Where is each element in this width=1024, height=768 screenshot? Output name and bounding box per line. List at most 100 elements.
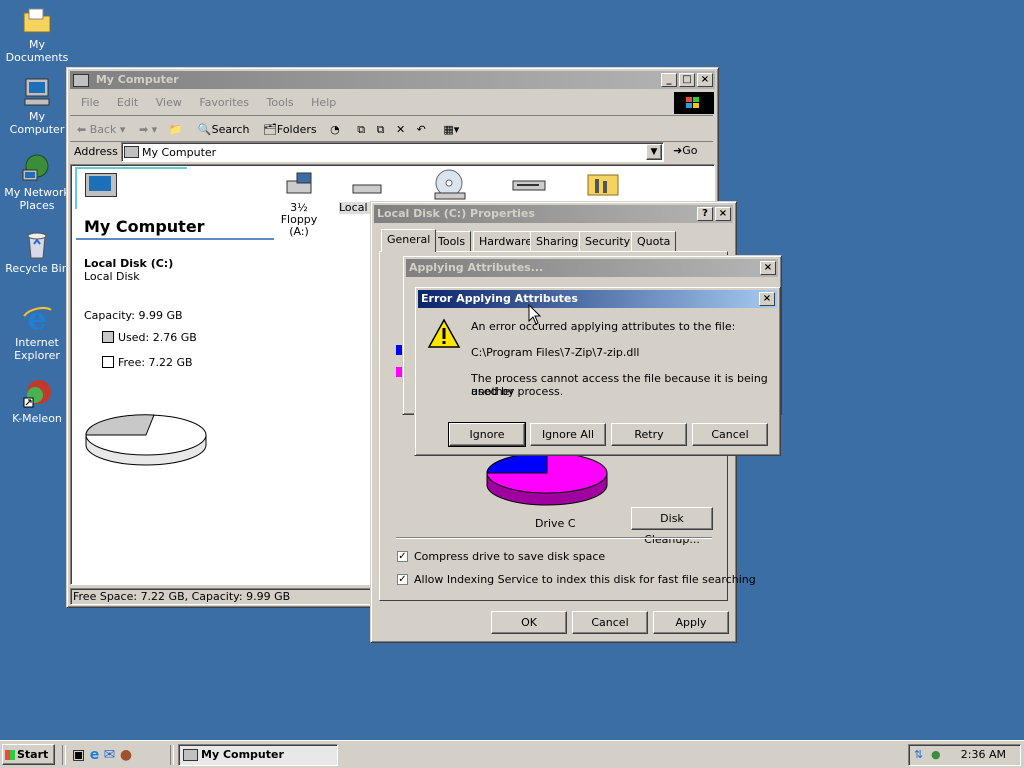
tab-quota[interactable]: Quota bbox=[631, 231, 677, 251]
compress-label: Compress drive to save disk space bbox=[414, 550, 606, 563]
desktop-icon-recycle-bin[interactable]: Recycle Bin bbox=[0, 228, 74, 275]
drive-label: Drive C bbox=[535, 517, 576, 530]
ok-button[interactable]: OK bbox=[491, 611, 567, 634]
maximize-button[interactable]: □ bbox=[679, 73, 695, 87]
go-button[interactable]: ➜Go bbox=[673, 144, 697, 157]
cancel-button[interactable]: Cancel bbox=[572, 611, 648, 634]
mouse-cursor-icon bbox=[528, 304, 542, 325]
title-divider bbox=[76, 238, 274, 240]
tab-hardware[interactable]: Hardware bbox=[473, 231, 539, 251]
separator bbox=[396, 537, 712, 539]
menu-view[interactable]: View bbox=[156, 96, 182, 109]
window-title: My Computer bbox=[95, 73, 179, 86]
drive-floppy-a[interactable]: 3½ Floppy (A:) bbox=[271, 171, 327, 238]
disk-cleanup-button[interactable]: Disk Cleanup... bbox=[631, 507, 713, 546]
status-text: Free Space: 7.22 GB, Capacity: 9.99 GB bbox=[73, 590, 291, 603]
system-tray: ⇅ ● 2:36 AM bbox=[908, 744, 1021, 766]
error-file-path: C:\Program Files\7-Zip\7-zip.dll bbox=[471, 346, 640, 359]
ignore-all-button[interactable]: Ignore All bbox=[530, 423, 606, 446]
network-tray-icon[interactable]: ⇅ bbox=[914, 745, 923, 765]
computer-icon bbox=[73, 73, 89, 87]
tab-sharing[interactable]: Sharing bbox=[530, 231, 585, 251]
menu-tools[interactable]: Tools bbox=[267, 96, 294, 109]
minimize-button[interactable]: _ bbox=[661, 73, 677, 87]
desktop-icon-my-documents[interactable]: My Documents bbox=[0, 4, 74, 64]
standard-toolbar: ⬅ Back ▾ ➡ ▾ 📁 🔍Search 🗂Folders ◔ ⧉ ⧉ ✕ … bbox=[77, 120, 459, 140]
dialog-title: Applying Attributes... bbox=[409, 261, 544, 274]
clock[interactable]: 2:36 AM bbox=[961, 745, 1006, 765]
forward-button[interactable]: ➡ ▾ bbox=[139, 123, 157, 136]
cd-drive-icon[interactable] bbox=[433, 169, 469, 201]
desktop-icon-label: Recycle Bin bbox=[5, 262, 69, 275]
desktop-icon-label: Internet Explorer bbox=[14, 336, 60, 362]
used-color-swatch bbox=[102, 331, 114, 343]
up-folder-icon[interactable]: 📁 bbox=[169, 123, 183, 136]
menu-file[interactable]: File bbox=[81, 96, 99, 109]
control-panel-icon[interactable] bbox=[585, 169, 621, 199]
dialog-title-bar[interactable]: Local Disk (C:) Properties ? × bbox=[374, 205, 733, 223]
folder-icon bbox=[23, 8, 51, 33]
capacity-text: Capacity: 9.99 GB bbox=[84, 309, 183, 322]
internet-explorer-icon[interactable]: e bbox=[90, 747, 100, 763]
menu-favorites[interactable]: Favorites bbox=[199, 96, 249, 109]
start-button[interactable]: Start bbox=[2, 744, 55, 765]
dialog-title-bar[interactable]: Applying Attributes... × bbox=[406, 259, 778, 277]
views-icon[interactable]: ▦▾ bbox=[443, 123, 459, 136]
address-field[interactable]: My Computer ▼ bbox=[121, 142, 664, 162]
drive-label: 3½ Floppy (A:) bbox=[280, 201, 318, 238]
help-button[interactable]: ? bbox=[697, 207, 713, 221]
drive-usage-pie bbox=[486, 452, 608, 506]
indexing-checkbox[interactable]: ✓ bbox=[397, 574, 408, 585]
computer-icon bbox=[183, 749, 198, 761]
close-button[interactable]: × bbox=[760, 261, 776, 275]
history-icon[interactable]: ◔ bbox=[330, 123, 340, 136]
back-button[interactable]: ⬅ Back ▾ bbox=[77, 123, 125, 136]
tab-general[interactable]: General bbox=[381, 229, 437, 252]
indexing-label: Allow Indexing Service to index this dis… bbox=[414, 573, 756, 586]
menu-edit[interactable]: Edit bbox=[117, 96, 138, 109]
my-computer-banner-icon bbox=[75, 167, 187, 211]
volume-tray-icon[interactable]: ● bbox=[931, 745, 941, 765]
desktop-icon-my-network-places[interactable]: My Network Places bbox=[0, 152, 74, 212]
copy-to-icon[interactable]: ⧉ bbox=[377, 123, 385, 136]
window-title-bar[interactable]: My Computer _ □ × bbox=[70, 71, 715, 89]
taskbar-divider bbox=[62, 745, 66, 765]
retry-button[interactable]: Retry bbox=[611, 423, 687, 446]
desktop-icon-my-computer[interactable]: My Computer bbox=[0, 76, 74, 136]
used-text: Used: 2.76 GB bbox=[118, 331, 197, 344]
cancel-button[interactable]: Cancel bbox=[692, 423, 768, 446]
desktop-icon-k-meleon[interactable]: K-Meleon bbox=[0, 378, 74, 425]
tab-strip: General Tools Hardware Sharing Security … bbox=[379, 229, 729, 253]
show-desktop-icon[interactable]: ▣ bbox=[72, 747, 85, 763]
k-meleon-icon[interactable]: ● bbox=[120, 747, 132, 763]
network-icon bbox=[22, 154, 49, 181]
close-button[interactable]: × bbox=[697, 73, 713, 87]
address-dropdown-button[interactable]: ▼ bbox=[646, 144, 662, 160]
undo-icon[interactable]: ↶ bbox=[417, 123, 426, 136]
internet-explorer-icon: e bbox=[23, 302, 52, 334]
move-to-icon[interactable]: ⧉ bbox=[357, 123, 365, 136]
tab-security[interactable]: Security bbox=[579, 231, 637, 251]
outlook-express-icon[interactable]: ✉ bbox=[104, 747, 116, 763]
desktop-icon-internet-explorer[interactable]: e Internet Explorer bbox=[0, 302, 74, 362]
k-meleon-icon bbox=[23, 380, 51, 408]
search-icon: 🔍 bbox=[197, 123, 212, 136]
desktop-icon-label: K-Meleon bbox=[12, 412, 62, 425]
hard-drive-icon bbox=[352, 184, 382, 194]
ignore-button[interactable]: Ignore bbox=[448, 422, 526, 447]
dialog-title: Error Applying Attributes bbox=[421, 292, 578, 305]
selected-drive-name: Local Disk (C:) bbox=[84, 257, 174, 270]
menu-help[interactable]: Help bbox=[311, 96, 336, 109]
compress-checkbox[interactable]: ✓ bbox=[397, 551, 408, 562]
apply-button[interactable]: Apply bbox=[653, 611, 729, 634]
dialog-title-bar[interactable]: Error Applying Attributes × bbox=[418, 290, 777, 308]
removable-drive-icon[interactable] bbox=[511, 175, 547, 195]
close-button[interactable]: × bbox=[759, 292, 775, 306]
tab-tools[interactable]: Tools bbox=[432, 231, 472, 251]
folders-button[interactable]: 🗂Folders bbox=[263, 123, 317, 136]
delete-icon[interactable]: ✕ bbox=[396, 123, 405, 136]
taskbar-button-my-computer[interactable]: My Computer bbox=[178, 744, 338, 766]
error-message-line-3: another process. bbox=[471, 385, 564, 398]
close-button[interactable]: × bbox=[715, 207, 731, 221]
search-button[interactable]: 🔍Search bbox=[198, 123, 250, 136]
